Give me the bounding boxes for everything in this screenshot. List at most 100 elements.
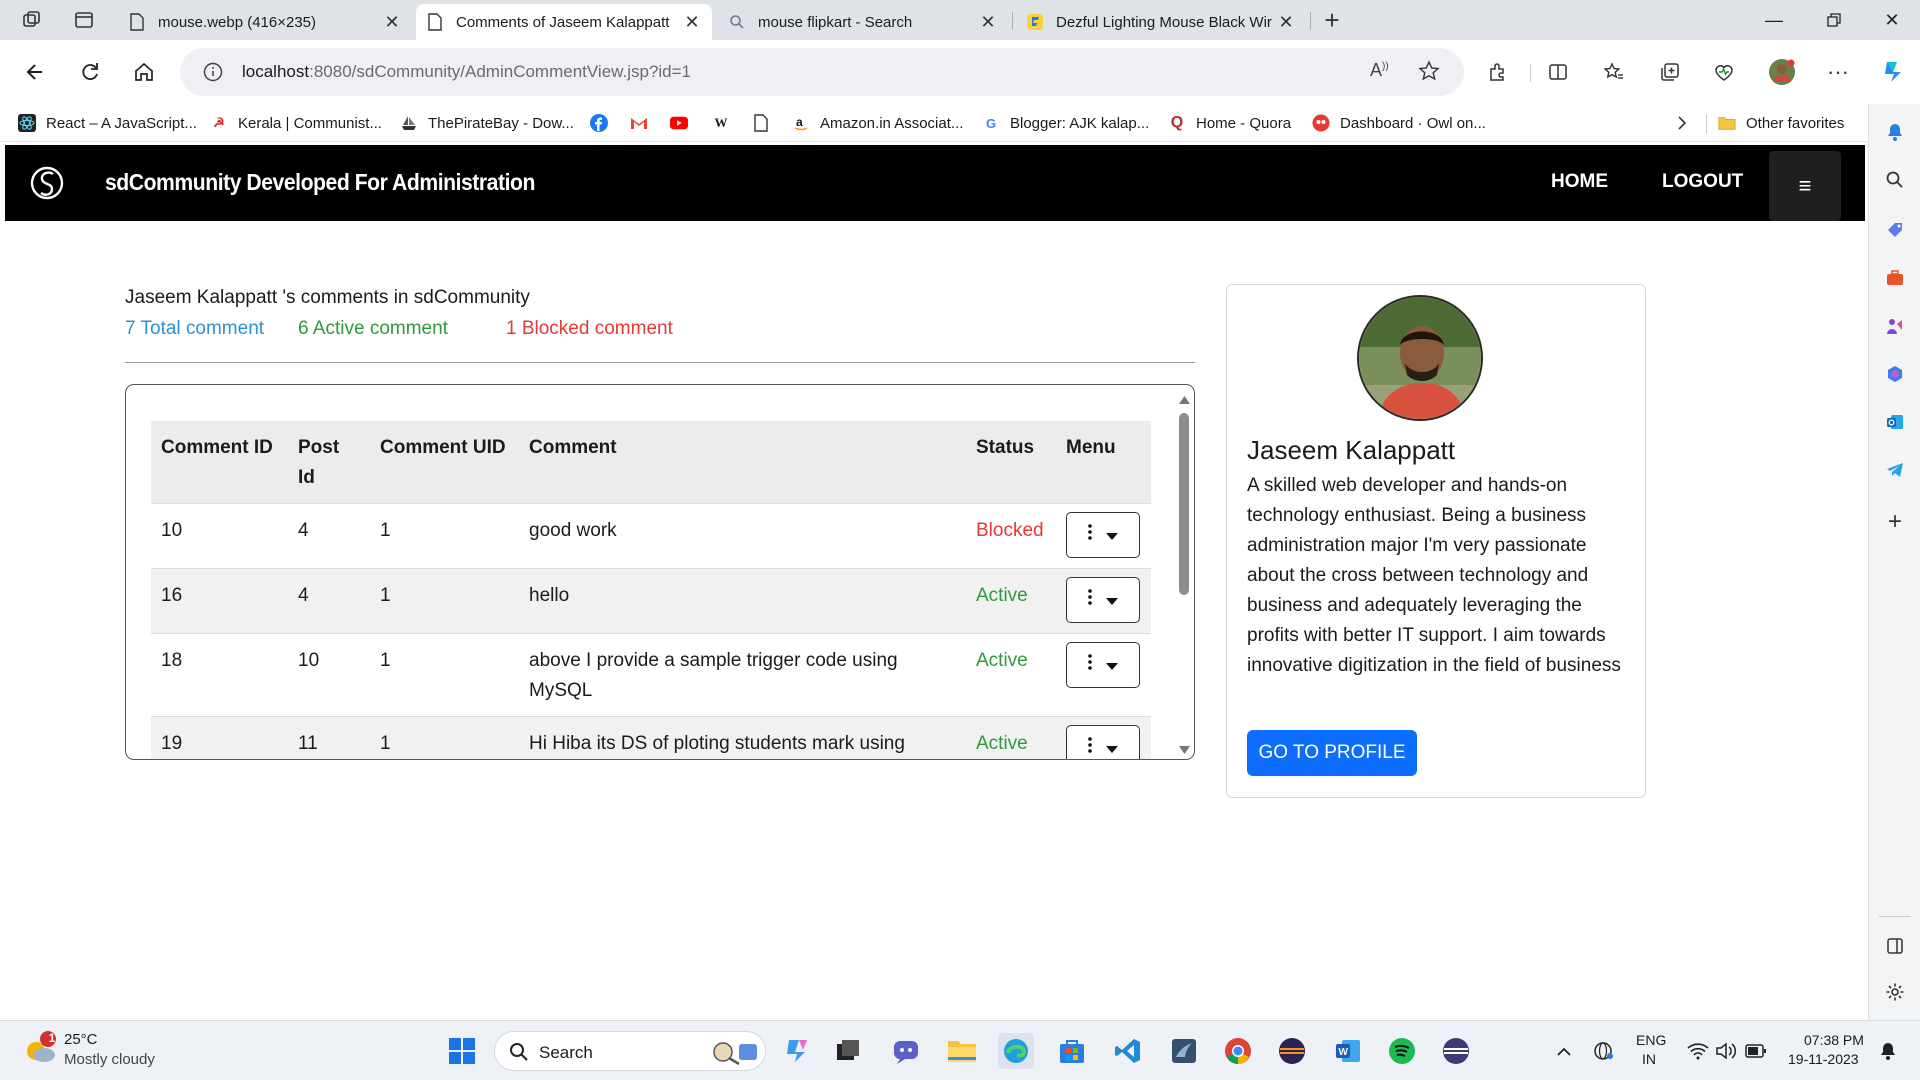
more-options-icon[interactable]: ···	[1820, 54, 1856, 90]
windows-start-icon[interactable]	[444, 1033, 480, 1069]
bookmark-document[interactable]	[752, 112, 780, 134]
url-text[interactable]: localhost:8080/sdCommunity/AdminCommentV…	[242, 62, 691, 82]
tab-product[interactable]: Dezful Lighting Mouse Black Wir ✕	[1016, 4, 1306, 40]
favorite-star-icon[interactable]	[1418, 60, 1440, 87]
tab-comments[interactable]: Comments of Jaseem Kalappatt ✕	[416, 4, 712, 40]
restore-icon[interactable]	[1806, 0, 1862, 40]
favorites-icon[interactable]	[1596, 54, 1632, 90]
bookmark-wikipedia[interactable]: W	[712, 112, 740, 134]
bookmark-facebook[interactable]	[590, 112, 618, 134]
battery-icon[interactable]	[1738, 1033, 1774, 1069]
row-menu-button[interactable]	[1066, 642, 1140, 688]
bookmark-owl[interactable]: Dashboard · Owl on...	[1312, 112, 1486, 134]
extensions-icon[interactable]	[1480, 54, 1516, 90]
refresh-icon[interactable]	[72, 54, 108, 90]
search-icon[interactable]	[1881, 166, 1909, 194]
microsoft-365-icon[interactable]	[1881, 360, 1909, 388]
bookmark-quora[interactable]: Q Home - Quora	[1168, 112, 1291, 134]
home-icon[interactable]	[126, 54, 162, 90]
comments-table-container[interactable]: Comment ID Post Id Comment UID Comment S…	[125, 384, 1195, 760]
row-menu-button[interactable]	[1066, 577, 1140, 623]
hide-sidebar-icon[interactable]	[1881, 932, 1909, 960]
address-bar[interactable]: localhost:8080/sdCommunity/AdminCommentV…	[180, 48, 1464, 96]
table-row: 10 4 1 good work Blocked	[151, 503, 1151, 569]
close-window-icon[interactable]: ✕	[1864, 0, 1920, 40]
minimize-icon[interactable]: —	[1746, 0, 1802, 40]
outlook-icon[interactable]	[1881, 408, 1909, 436]
language-bottom[interactable]: IN	[1642, 1051, 1656, 1067]
profile-avatar[interactable]	[1764, 54, 1800, 90]
weather-widget[interactable]: 1	[20, 1029, 64, 1073]
chevron-up-icon[interactable]	[1546, 1033, 1582, 1069]
table-scrollbar[interactable]	[1174, 385, 1194, 759]
copilot-icon[interactable]	[1874, 54, 1910, 90]
clock-date[interactable]: 19-11-2023	[1788, 1051, 1859, 1067]
teams-chat-icon[interactable]	[888, 1033, 924, 1069]
close-icon[interactable]: ✕	[382, 12, 402, 32]
info-icon[interactable]	[202, 61, 224, 88]
shopping-tag-icon[interactable]	[1881, 216, 1909, 244]
collections-icon[interactable]	[1652, 54, 1688, 90]
clock-time[interactable]: 07:38 PM	[1804, 1032, 1864, 1048]
workspaces-icon[interactable]	[16, 6, 48, 34]
microsoft-store-icon[interactable]	[1054, 1033, 1090, 1069]
word-icon[interactable]: W	[1330, 1033, 1366, 1069]
table-row: 19 11 1 Hi Hiba its DS of ploting studen…	[151, 716, 1151, 759]
close-icon[interactable]: ✕	[978, 12, 998, 32]
chrome-icon[interactable]	[1220, 1033, 1256, 1069]
chevron-right-icon[interactable]	[1676, 112, 1688, 134]
telegram-icon[interactable]	[1881, 456, 1909, 484]
back-icon[interactable]	[16, 54, 52, 90]
close-icon[interactable]: ✕	[1276, 12, 1296, 32]
mysql-workbench-icon[interactable]	[1166, 1033, 1202, 1069]
nav-home-link[interactable]: HOME	[1551, 171, 1608, 193]
task-view-icon[interactable]	[830, 1033, 866, 1069]
tab-mouse-webp[interactable]: mouse.webp (416×235) ✕	[118, 4, 412, 40]
split-screen-icon[interactable]	[1540, 54, 1576, 90]
tools-briefcase-icon[interactable]	[1881, 264, 1909, 292]
other-favorites-label: Other favorites	[1746, 114, 1845, 132]
scroll-up-arrow-icon[interactable]	[1179, 391, 1190, 409]
network-globe-icon[interactable]	[1586, 1033, 1622, 1069]
settings-gear-icon[interactable]	[1881, 978, 1909, 1006]
spotify-icon[interactable]	[1384, 1033, 1420, 1069]
hammer-sickle-icon: ☭	[213, 115, 225, 130]
toolbar-divider	[1530, 64, 1531, 82]
new-tab-icon[interactable]: +	[1316, 5, 1348, 35]
games-icon[interactable]	[1881, 312, 1909, 340]
copilot-taskbar-icon[interactable]	[780, 1033, 816, 1069]
bookmark-gmail[interactable]	[630, 112, 658, 134]
vscode-icon[interactable]	[1110, 1033, 1146, 1069]
hamburger-menu-button[interactable]: ≡	[1769, 151, 1841, 221]
bookmark-amazon[interactable]: a Amazon.in Associat...	[792, 112, 963, 134]
sdcommunity-logo-icon[interactable]	[29, 165, 65, 201]
tab-search[interactable]: mouse flipkart - Search ✕	[718, 4, 1008, 40]
row-menu-button[interactable]	[1066, 725, 1140, 759]
language-top[interactable]: ENG	[1636, 1032, 1666, 1048]
eclipse-icon[interactable]	[1274, 1033, 1310, 1069]
bookmark-kerala[interactable]: ☭ Kerala | Communist...	[210, 112, 382, 134]
file-explorer-icon[interactable]	[944, 1033, 980, 1069]
notification-bell-icon[interactable]	[1881, 118, 1909, 146]
row-menu-button[interactable]	[1066, 512, 1140, 558]
bookmark-piratebay[interactable]: ThePirateBay - Dow...	[400, 112, 574, 134]
scrollbar-thumb[interactable]	[1179, 413, 1189, 595]
bookmark-blogger[interactable]: G Blogger: AJK kalap...	[982, 112, 1149, 134]
tab-actions-icon[interactable]	[68, 6, 100, 34]
flipkart-icon	[1026, 13, 1044, 31]
scroll-down-arrow-icon[interactable]	[1179, 741, 1190, 759]
read-aloud-icon[interactable]: A))	[1370, 60, 1389, 81]
notification-bell-icon[interactable]	[1870, 1033, 1906, 1069]
go-to-profile-button[interactable]: GO TO PROFILE	[1247, 730, 1417, 776]
browser-essentials-icon[interactable]	[1706, 54, 1742, 90]
nav-logout-link[interactable]: LOGOUT	[1662, 171, 1743, 193]
add-icon[interactable]: +	[1881, 508, 1909, 536]
bookmark-youtube[interactable]	[670, 112, 698, 134]
taskbar-search[interactable]: Search	[494, 1031, 766, 1071]
bookmark-react[interactable]: React – A JavaScript...	[18, 112, 197, 134]
close-icon[interactable]: ✕	[682, 12, 702, 32]
eclipse-ee-icon[interactable]	[1438, 1033, 1474, 1069]
other-favorites[interactable]: Other favorites	[1718, 112, 1844, 134]
edge-browser-icon[interactable]	[998, 1033, 1034, 1069]
caret-down-icon	[1106, 650, 1118, 680]
